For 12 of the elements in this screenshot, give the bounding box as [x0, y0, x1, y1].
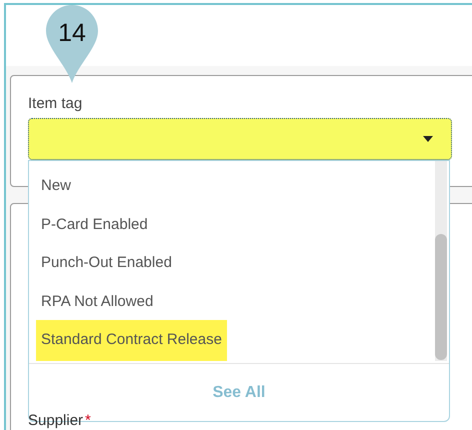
step-number: 14	[57, 18, 87, 48]
dropdown-option[interactable]: Standard Contract Release	[36, 320, 227, 360]
scrollbar-thumb[interactable]	[435, 234, 447, 360]
dropdown-option[interactable]: Punch-Out Enabled	[36, 250, 177, 276]
field-label: Supplier	[28, 413, 84, 429]
dropdown-option[interactable]: RPA Not Allowed	[36, 288, 158, 315]
required-mark: *	[85, 413, 91, 429]
field-label: Item tag	[28, 95, 82, 113]
select-field[interactable]	[28, 118, 452, 160]
dropdown-option[interactable]: New	[36, 173, 76, 200]
caret-icon	[423, 136, 433, 142]
dropdown-option[interactable]: P-Card Enabled	[36, 212, 153, 238]
